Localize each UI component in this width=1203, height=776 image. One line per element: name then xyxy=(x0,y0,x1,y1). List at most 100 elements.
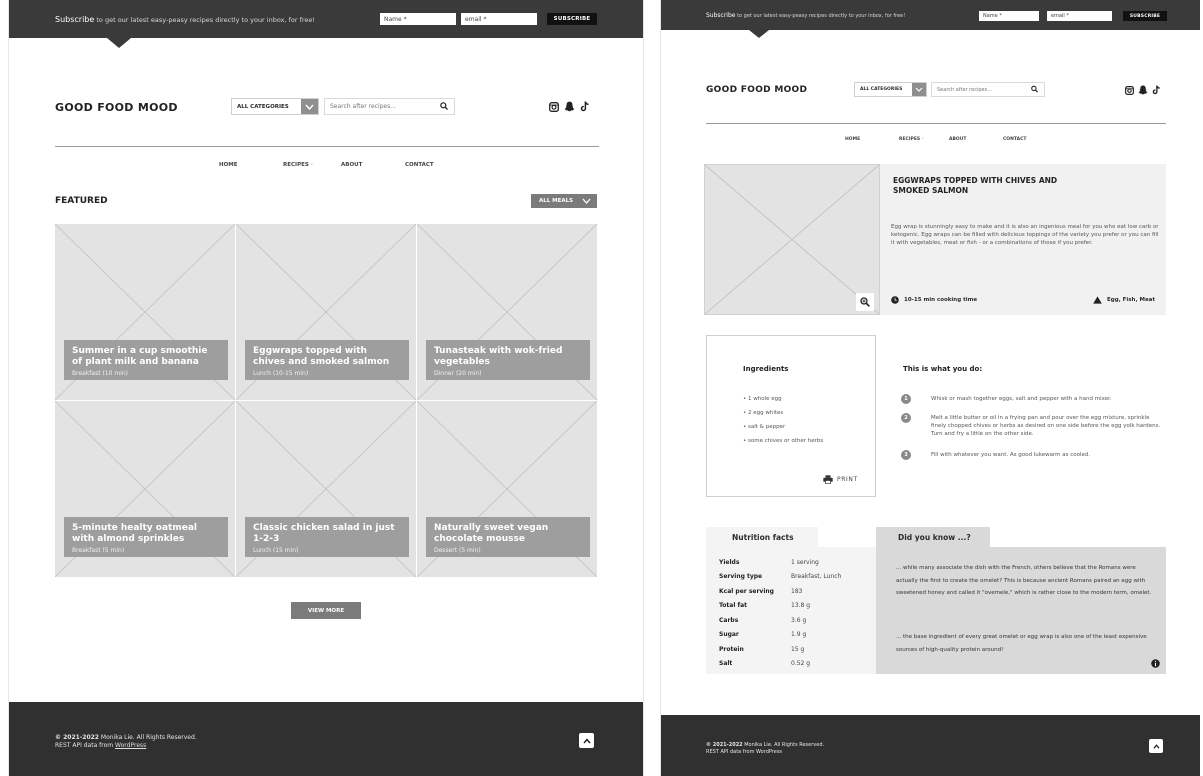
chevron-down-icon xyxy=(582,198,591,204)
meal-filter-select[interactable]: ALL MEALS xyxy=(531,194,597,208)
print-label: PRINT xyxy=(837,476,858,483)
nav-recipes-label: RECIPES xyxy=(899,137,921,142)
subscribe-bar: Subscribe to get our latest easy-peasy r… xyxy=(9,0,643,48)
search-input[interactable]: Search after recipes... xyxy=(324,98,455,115)
category-select[interactable]: ALL CATEGORIES xyxy=(854,82,927,97)
api-text: REST API data from xyxy=(55,742,116,749)
recipe-card-meta: Lunch (15 min) xyxy=(253,547,299,554)
recipe-page-mockup: Subscribe to get our latest easy-peasy r… xyxy=(660,0,1200,776)
subscribe-lead: Subscribe xyxy=(55,15,95,24)
recipe-card[interactable]: Eggwraps topped with chives and smoked s… xyxy=(236,224,416,400)
recipe-card-title: 5-minute healty oatmeal with almond spri… xyxy=(72,523,197,544)
recipe-card-meta: Dessert (5 min) xyxy=(434,547,481,554)
copyright-owner: Monika Lie. All Rights Reserved. xyxy=(742,742,825,748)
nutrition-row: Yields 1 serving xyxy=(719,555,841,570)
nav-contact[interactable]: CONTACT xyxy=(405,162,434,168)
header-divider xyxy=(55,146,599,147)
recipe-card-title: Summer in a cup smoothie of plant milk a… xyxy=(72,346,208,367)
ingredients-card xyxy=(706,335,876,497)
meal-filter-value: ALL MEALS xyxy=(539,198,574,204)
recipe-card[interactable]: Naturally sweet vegan chocolate mousse De… xyxy=(417,401,597,577)
recipe-card-title: Tunasteak with wok-fried vegetables xyxy=(434,346,563,367)
site-logo[interactable]: GOOD FOOD MOOD xyxy=(55,101,178,114)
did-you-know-text-1: ... while many associate the dish with t… xyxy=(896,565,1152,596)
nav-home[interactable]: HOME xyxy=(219,162,283,168)
info-icon[interactable] xyxy=(1151,659,1160,668)
recipe-card-meta: Breakfast (10 min) xyxy=(72,370,129,377)
subscribe-button[interactable]: SUBSCRIBE xyxy=(1123,11,1167,21)
snapchat-icon[interactable] xyxy=(564,101,575,112)
site-logo[interactable]: GOOD FOOD MOOD xyxy=(706,85,807,95)
nutrition-value: 15 g xyxy=(791,645,805,653)
nutrition-row: Protein 15 g xyxy=(719,642,841,657)
nav-recipes[interactable]: RECIPES ᵛ xyxy=(899,137,949,142)
recipe-card-meta: Dinner (20 min) xyxy=(434,370,482,377)
recipe-card[interactable]: Summer in a cup smoothie of plant milk a… xyxy=(55,224,235,400)
footer-copyright: © 2021-2022 Monika Lie. All Rights Reser… xyxy=(55,734,197,750)
header-divider xyxy=(706,123,1166,124)
nav-about[interactable]: ABOUT xyxy=(341,162,405,168)
nav-about[interactable]: ABOUT xyxy=(949,137,1003,142)
subscribe-lead: Subscribe xyxy=(706,12,736,19)
clock-icon xyxy=(891,296,899,304)
recipe-card-label: Tunasteak with wok-fried vegetables Dinne… xyxy=(426,340,590,380)
email-input[interactable]: email * xyxy=(1047,11,1112,21)
nutrition-value: 1 serving xyxy=(791,558,819,566)
wordpress-link[interactable]: WordPress xyxy=(756,749,782,755)
search-input[interactable]: Search after recipes... xyxy=(931,82,1045,97)
recipe-image-placeholder xyxy=(704,164,880,315)
instagram-icon[interactable] xyxy=(549,101,559,112)
recipe-card-label: 5-minute healty oatmeal with almond spri… xyxy=(64,517,228,557)
zoom-in-icon xyxy=(860,297,870,307)
tab-did-you-know[interactable]: Did you know ...? xyxy=(876,527,990,547)
recipe-card-label: Summer in a cup smoothie of plant milk a… xyxy=(64,340,228,380)
search-icon[interactable] xyxy=(440,101,448,112)
name-input[interactable]: Name * xyxy=(380,13,456,25)
recipe-card[interactable]: Classic chicken salad in just 1-2-3 Lunch… xyxy=(236,401,416,577)
nutrition-value: 3.6 g xyxy=(791,616,807,624)
step-number: 3 xyxy=(901,450,911,460)
ingredient-item: • some chives or other herbs xyxy=(743,438,824,444)
view-more-button[interactable]: VIEW MORE xyxy=(291,602,361,619)
tiktok-icon[interactable] xyxy=(1152,85,1161,95)
nutrition-row: Kcal per serving 183 xyxy=(719,584,841,599)
name-input[interactable]: Name * xyxy=(979,11,1039,21)
back-to-top-button[interactable] xyxy=(1149,739,1163,753)
chevron-down-icon: ᵛ xyxy=(921,137,924,141)
tiktok-icon[interactable] xyxy=(580,101,590,112)
nutrition-label: Salt xyxy=(719,660,733,668)
chevron-up-icon xyxy=(582,737,591,743)
cooking-time-text: 10-15 min cooking time xyxy=(904,297,978,303)
chevron-up-icon xyxy=(1153,743,1159,749)
search-icon[interactable] xyxy=(1031,85,1038,94)
nav-recipes[interactable]: RECIPES ᵛ xyxy=(283,162,341,168)
subscribe-description: to get our latest easy-peasy recipes dir… xyxy=(94,16,316,24)
back-to-top-button[interactable] xyxy=(579,733,594,748)
nav-contact[interactable]: CONTACT xyxy=(1003,137,1026,142)
footer: © 2021-2022 Monika Lie. All Rights Reser… xyxy=(9,702,643,776)
nav-home[interactable]: HOME xyxy=(845,137,899,142)
recipe-card[interactable]: 5-minute healty oatmeal with almond spri… xyxy=(55,401,235,577)
social-links xyxy=(1125,85,1161,95)
nutrition-row: Sugar 1.9 g xyxy=(719,628,841,643)
wordpress-link[interactable]: WordPress xyxy=(115,742,146,749)
email-input[interactable]: email * xyxy=(461,13,537,25)
category-select-value: ALL CATEGORIES xyxy=(860,87,903,92)
snapchat-icon[interactable] xyxy=(1138,85,1148,95)
nutrition-row: Serving type Breakfast, Lunch xyxy=(719,570,841,585)
nutrition-row: Carbs 3.6 g xyxy=(719,613,841,628)
tab-nutrition-facts[interactable]: Nutrition facts xyxy=(706,527,818,547)
instagram-icon[interactable] xyxy=(1125,85,1134,95)
category-select[interactable]: ALL CATEGORIES xyxy=(231,98,319,115)
footer-copyright: © 2021-2022 Monika Lie. All Rights Reser… xyxy=(706,742,824,755)
step-text: Melt a little butter or oil in a frying … xyxy=(931,415,1161,437)
recipe-card[interactable]: Tunasteak with wok-fried vegetables Dinne… xyxy=(417,224,597,400)
recipe-card-label: Classic chicken salad in just 1-2-3 Lunch… xyxy=(245,517,409,557)
nutrition-label: Carbs xyxy=(719,616,739,624)
social-links xyxy=(549,101,590,112)
subscribe-button[interactable]: SUBSCRIBE xyxy=(547,13,597,25)
main-nav: HOME RECIPES ᵛ ABOUT CONTACT xyxy=(219,162,434,168)
recipe-card-title: Classic chicken salad in just 1-2-3 xyxy=(253,523,395,544)
print-button[interactable]: PRINT xyxy=(823,475,858,484)
zoom-image-button[interactable] xyxy=(856,293,874,311)
